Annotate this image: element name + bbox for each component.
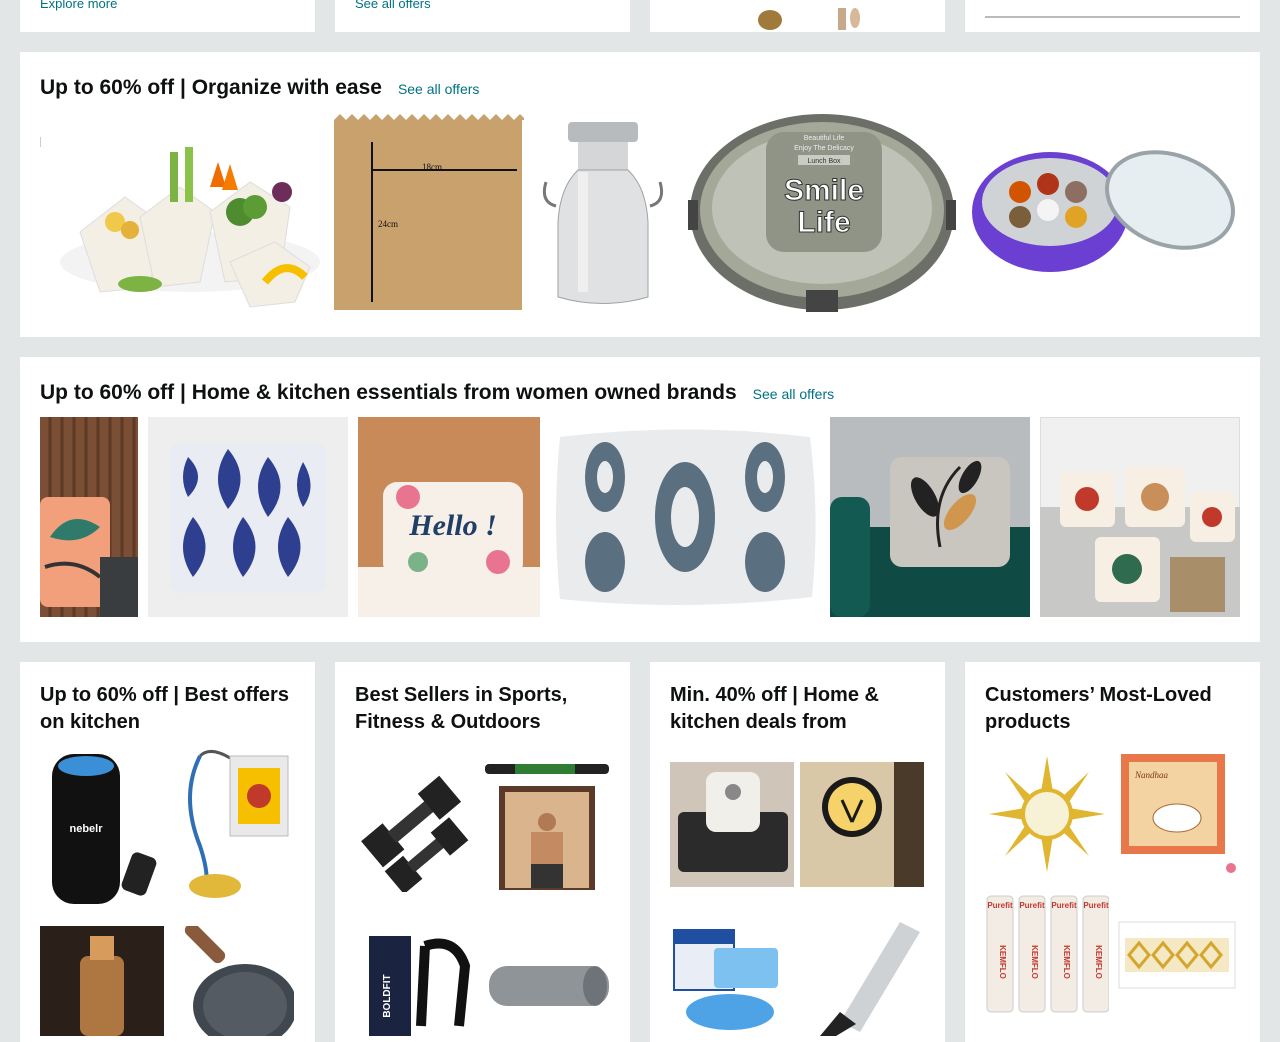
svg-text:Enjoy The Delicacy: Enjoy The Delicacy [794, 145, 854, 152]
product-cushion-blue-ikat[interactable] [148, 417, 348, 617]
top-card-3 [650, 0, 945, 32]
product-hand-gripper[interactable]: BOLDFIT [355, 926, 479, 1036]
svg-text:Purefit: Purefit [1083, 901, 1109, 910]
product-steel-milk-can[interactable] [538, 112, 678, 312]
top-card-4 [965, 0, 1260, 32]
product-kraft-paper-bag[interactable]: 18cm 24cm [332, 112, 524, 312]
explore-more-link[interactable]: Explore more [40, 0, 117, 11]
product-yoga-mat[interactable] [485, 926, 609, 1036]
product-sun-mirror[interactable] [985, 752, 1109, 876]
organize-see-all-link[interactable]: See all offers [398, 81, 479, 97]
svg-text:BOLDFIT: BOLDFIT [382, 974, 393, 1017]
product-golden-border-sticker[interactable] [1115, 892, 1239, 1016]
svg-text:KEMFLO: KEMFLO [998, 945, 1007, 979]
top-card-1: Explore more [20, 0, 315, 32]
women-owned-brands-card: Up to 60% off | Home & kitchen essential… [20, 357, 1260, 642]
svg-text:KEMFLO: KEMFLO [1062, 945, 1071, 979]
home-kitchen-deals-title: Min. 40% off | Home & kitchen deals from [670, 684, 879, 733]
svg-text:Nandhaa: Nandhaa [1134, 770, 1169, 780]
top-card-2: See all offers [335, 0, 630, 32]
svg-text:Life: Life [797, 206, 850, 239]
product-glass-decanter[interactable] [40, 926, 164, 1036]
kitchen-offers-card[interactable]: Up to 60% off | Best offers on kitchen n… [20, 662, 315, 1042]
product-cast-iron-pan[interactable] [170, 926, 294, 1036]
organize-title: Up to 60% off | Organize with ease [40, 76, 382, 99]
product-cow-painting-box[interactable]: Nandhaa [1115, 752, 1239, 876]
product-purefit-kemflo-pipes[interactable]: Purefit Purefit Purefit Purefit KEMFLO KEM… [985, 892, 1109, 1016]
organize-with-ease-card: Up to 60% off | Organize with ease See a… [20, 52, 1260, 337]
svg-text:nebelr: nebelr [69, 823, 103, 835]
product-thumb-figurine[interactable] [730, 0, 930, 30]
product-coffee-machine-mat[interactable] [670, 762, 794, 887]
women-see-all-link[interactable]: See all offers [753, 386, 834, 402]
product-oil-pump[interactable] [170, 746, 294, 906]
svg-text:18cm: 18cm [422, 162, 442, 172]
most-loved-products-card[interactable]: Customers’ Most-Loved products Nandhaa P… [965, 662, 1260, 1042]
product-crinkle-cutter[interactable] [800, 912, 924, 1036]
home-kitchen-deals-card[interactable]: Min. 40% off | Home & kitchen deals from [650, 662, 945, 1042]
product-lunch-box[interactable]: Beautiful Life Enjoy The Delicacy Lunch … [688, 110, 956, 314]
product-spice-box[interactable] [970, 132, 1240, 282]
svg-text:KEMFLO: KEMFLO [1094, 945, 1103, 979]
product-deer-wall-lamp[interactable] [800, 762, 924, 887]
product-produce-bags[interactable] [40, 112, 322, 312]
product-nebelr-air-purifier[interactable]: nebelr [40, 746, 164, 906]
product-pull-up-bar[interactable] [485, 762, 609, 892]
svg-text:KEMFLO: KEMFLO [1030, 945, 1039, 979]
women-title: Up to 60% off | Home & kitchen essential… [40, 381, 737, 404]
product-cushion-floral-set[interactable] [1040, 417, 1240, 617]
sports-fitness-card[interactable]: Best Sellers in Sports, Fitness & Outdoo… [335, 662, 630, 1042]
sports-fitness-title: Best Sellers in Sports, Fitness & Outdoo… [355, 684, 568, 733]
svg-text:Smile: Smile [784, 174, 864, 207]
product-cushion-hello[interactable]: Hello ! [358, 417, 540, 617]
svg-text:Hello !: Hello ! [408, 509, 497, 542]
product-cushion-leaf-teal-sofa[interactable] [830, 417, 1030, 617]
product-face-masks[interactable] [670, 912, 794, 1036]
svg-text:Purefit: Purefit [987, 901, 1013, 910]
svg-text:Beautiful Life: Beautiful Life [804, 135, 845, 142]
product-cushion-palm-print[interactable] [40, 417, 138, 617]
svg-text:Purefit: Purefit [1051, 901, 1077, 910]
svg-text:Purefit: Purefit [1019, 901, 1045, 910]
most-loved-title: Customers’ Most-Loved products [985, 684, 1212, 733]
product-cushion-grey-damask[interactable] [550, 417, 820, 617]
svg-text:24cm: 24cm [378, 219, 398, 229]
product-dumbbells[interactable] [355, 762, 479, 892]
kitchen-offers-title: Up to 60% off | Best offers on kitchen [40, 684, 289, 733]
see-all-offers-link[interactable]: See all offers [355, 0, 431, 11]
svg-text:Lunch Box: Lunch Box [807, 158, 841, 165]
